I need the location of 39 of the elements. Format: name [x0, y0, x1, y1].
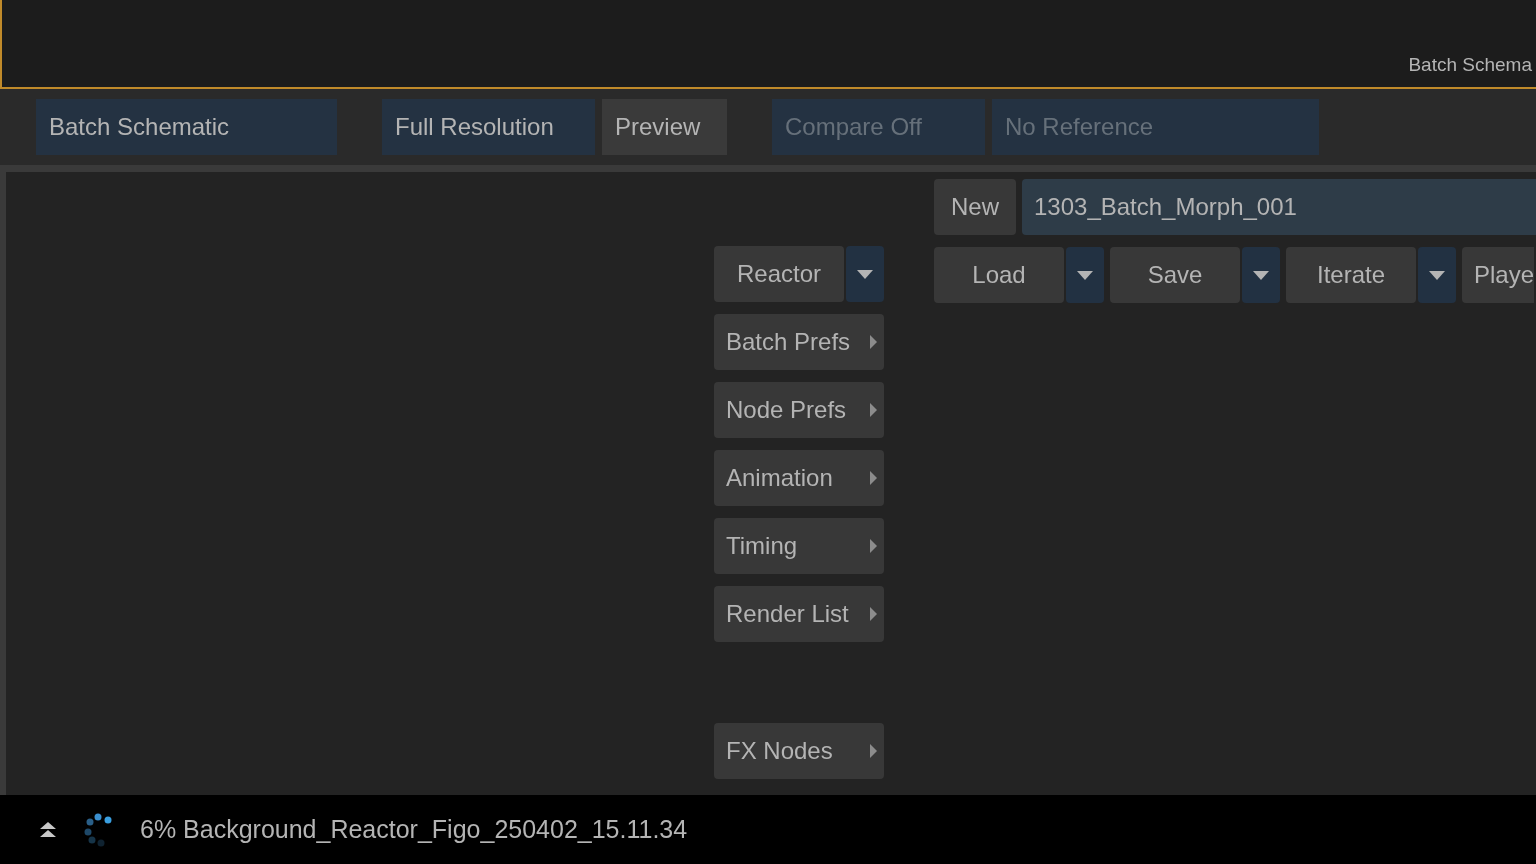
action-button[interactable]: Load	[934, 247, 1064, 303]
dropdown-button[interactable]	[1418, 247, 1456, 303]
menu-label: Render List	[726, 599, 849, 629]
caret-icon	[1077, 270, 1093, 280]
menu-label: Node Prefs	[726, 395, 847, 425]
menu-label: FX Nodes	[726, 736, 833, 766]
arrow-icon	[870, 539, 877, 553]
arrow-icon	[870, 403, 877, 417]
new-button[interactable]: New	[934, 179, 1016, 235]
name-field[interactable]: 1303_Batch_Morph_001	[1022, 179, 1536, 235]
status-text: 6% Background_Reactor_Figo_250402_15.11.34	[140, 813, 688, 845]
action-button[interactable]: Iterate	[1286, 247, 1416, 303]
caret-icon	[1429, 270, 1445, 280]
caret-icon	[857, 269, 873, 279]
action-button[interactable]: Save	[1110, 247, 1240, 303]
menu-label: Timing	[726, 531, 798, 561]
dropdown-button[interactable]	[1242, 247, 1280, 303]
caret-icon	[1253, 270, 1269, 280]
toolbar-button[interactable]: Preview	[602, 99, 727, 155]
arrow-icon	[870, 607, 877, 621]
menu-button[interactable]: Render List	[714, 586, 884, 642]
viewer-label: Batch Schema	[1408, 52, 1533, 77]
arrow-icon	[870, 335, 877, 349]
menu-button[interactable]: Reactor	[714, 246, 844, 302]
action-button[interactable]: Playe	[1462, 247, 1535, 303]
menu-label: Batch Prefs	[726, 327, 851, 357]
double-chevron-up-icon	[40, 821, 56, 838]
dropdown-button[interactable]	[846, 246, 884, 302]
arrow-icon	[870, 744, 877, 758]
menu-button[interactable]: Timing	[714, 518, 884, 574]
toolbar-button[interactable]: Full Resolution	[382, 99, 595, 155]
menu-label: Animation	[726, 463, 833, 493]
menu-button[interactable]: Node Prefs	[714, 382, 884, 438]
dropdown-button[interactable]	[1066, 247, 1104, 303]
menu-button[interactable]: Animation	[714, 450, 884, 506]
menu-button[interactable]: Batch Prefs	[714, 314, 884, 370]
menu-button[interactable]: FX Nodes	[714, 723, 884, 779]
toolbar-button[interactable]: Batch Schematic	[36, 99, 337, 155]
arrow-icon	[870, 471, 877, 485]
